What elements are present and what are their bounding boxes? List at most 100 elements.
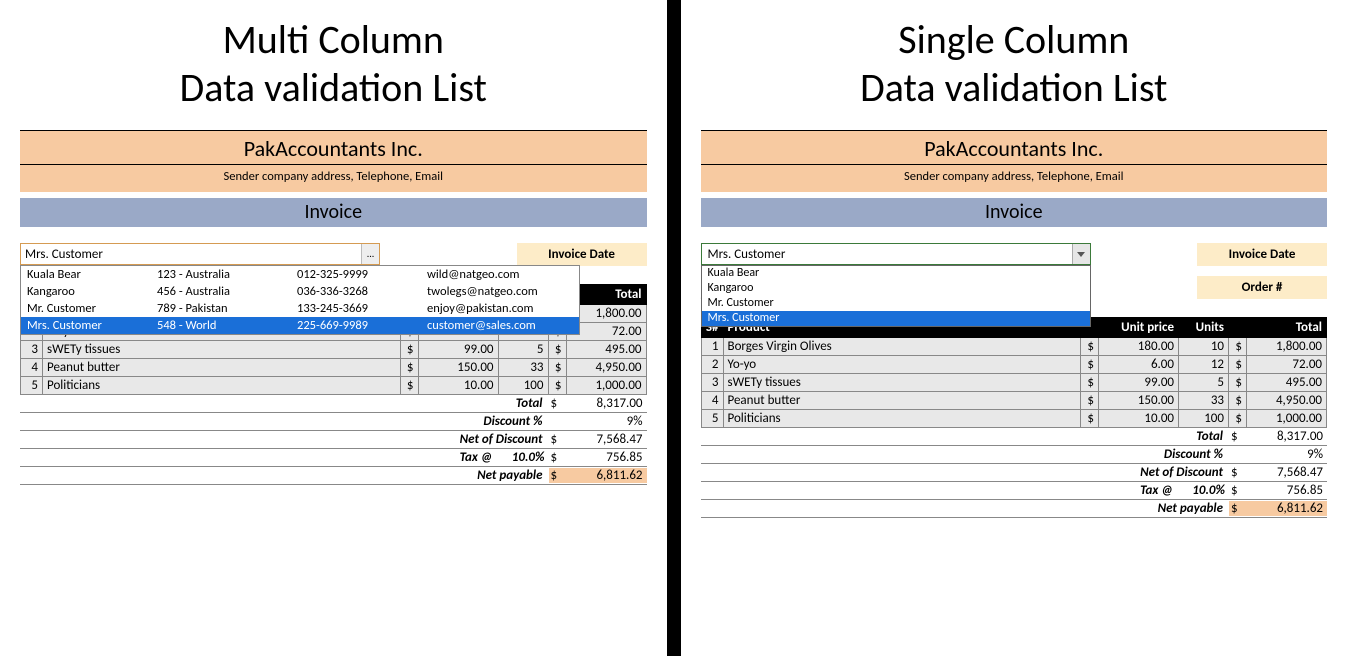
summary-netpay-label: Net payable [20,468,549,483]
cell-units: 100 [498,377,548,395]
table-row[interactable]: 5Politicians$10.00100$1,000.00 [701,410,1327,428]
currency: $ [549,450,567,465]
cell-units: 12 [1179,356,1229,374]
cell-product: Yo-yo [723,356,1081,374]
table-row[interactable]: 4Peanut butter$150.0033$4,950.00 [21,359,647,377]
option-email: enjoy@pakistan.com [427,301,573,316]
single-dropdown-list[interactable]: Kuala BearKangarooMr. CustomerMrs. Custo… [701,265,1091,327]
cell-total: 1,800.00 [1247,338,1327,356]
dropdown-option[interactable]: Kuala Bear [702,266,1090,281]
company-name: PakAccountants Inc. [20,131,647,164]
cell-units: 100 [1179,410,1229,428]
cell-currency: $ [400,359,418,377]
single-combo-input[interactable]: Mrs. Customer [701,243,1091,265]
company-sub: Sender company address, Telephone, Email [904,165,1123,192]
multi-combo-input[interactable]: Mrs. Customer ... [20,243,380,265]
right-title: Single Column Data validation List [701,16,1328,112]
cell-currency: $ [1229,410,1247,428]
currency: $ [1229,429,1247,444]
summary-tax-value: 756.85 [567,450,647,465]
title-line1: Single Column [898,15,1129,64]
cell-units: 5 [1179,374,1229,392]
cell-currency: $ [1081,338,1099,356]
company-name: PakAccountants Inc. [701,131,1328,164]
company-sub-band: Sender company address, Telephone, Email [701,164,1328,192]
cell-currency: $ [1081,410,1099,428]
cell-product: sWETy tissues [43,341,401,359]
table-row[interactable]: 5Politicians$10.00100$1,000.00 [21,377,647,395]
cell-currency: $ [1081,374,1099,392]
cell-currency: $ [400,341,418,359]
cell-product: Politicians [43,377,401,395]
currency: $ [1229,501,1247,516]
summary-netdisc-value: 7,568.47 [1247,465,1327,480]
invoice-heading: Invoice [701,198,1328,227]
summary-discount-label: Discount % [701,447,1230,462]
dropdown-option[interactable]: Mrs. Customer [702,311,1090,326]
cell-units: 33 [1179,392,1229,410]
cell-unit-price: 150.00 [418,359,498,377]
cell-sn: 5 [21,377,43,395]
cell-unit-price: 10.00 [1099,410,1179,428]
option-email: customer@sales.com [427,318,573,333]
option-name: Kuala Bear [27,267,157,282]
summary-tax-value: 756.85 [1247,483,1327,498]
summary-tax-pct: 10.0% [499,450,549,465]
left-panel: Multi Column Data validation List PakAcc… [0,0,667,656]
cell-currency: $ [548,341,566,359]
summary-tax-label: Tax @ [701,483,1180,498]
chevron-down-icon [1077,252,1085,257]
multi-combo-area: Mrs. Customer ... Kuala Bear123 - Austra… [20,243,380,266]
summary-netpay-value: 6,811.62 [1247,501,1327,516]
cell-unit-price: 150.00 [1099,392,1179,410]
right-panel: Single Column Data validation List PakAc… [681,0,1347,656]
table-row[interactable]: 1Borges Virgin Olives$180.0010$1,800.00 [701,338,1327,356]
cell-units: 10 [1179,338,1229,356]
cell-sn: 3 [21,341,43,359]
summary-total-value: 8,317.00 [1247,429,1327,444]
cell-unit-price: 180.00 [1099,338,1179,356]
single-combo-area: Mrs. Customer Kuala BearKangarooMr. Cust… [701,243,1091,299]
cell-currency: $ [548,377,566,395]
company-sub: Sender company address, Telephone, Email [224,165,443,192]
dropdown-button[interactable] [1072,244,1090,264]
cell-currency: $ [1081,356,1099,374]
summary-total-value: 8,317.00 [567,396,647,411]
dropdown-option[interactable]: Mr. Customer [702,296,1090,311]
cell-product: Peanut butter [723,392,1081,410]
option-address: 548 - World [157,318,297,333]
multi-dropdown-list[interactable]: Kuala Bear123 - Australia012-325-9999wil… [20,265,580,335]
dropdown-option[interactable]: Kangaroo [702,281,1090,296]
invoice-table-right: S#ProductUnit priceUnitsTotal1Borges Vir… [701,299,1328,518]
currency: $ [549,396,567,411]
summary-tax-label: Tax @ [20,450,499,465]
cell-total: 495.00 [566,341,646,359]
table-row[interactable]: 4Peanut butter$150.0033$4,950.00 [701,392,1327,410]
combo-expand-button[interactable]: ... [361,244,379,264]
table-row[interactable]: 3sWETy tissues$99.005$495.00 [701,374,1327,392]
cell-total: 4,950.00 [1247,392,1327,410]
option-phone: 036-336-3268 [297,284,427,299]
dropdown-option[interactable]: Mr. Customer789 - Pakistan133-245-3669en… [21,300,579,317]
cell-total: 72.00 [1247,356,1327,374]
company-sub-band: Sender company address, Telephone, Email [20,164,647,192]
table-row[interactable]: 2Yo-yo$6.0012$72.00 [701,356,1327,374]
option-address: 123 - Australia [157,267,297,282]
col-unit-price: Unit price [1081,318,1179,338]
cell-sn: 2 [701,356,723,374]
cell-currency: $ [400,377,418,395]
cell-total: 1,000.00 [566,377,646,395]
table-row[interactable]: 3sWETy tissues$99.005$495.00 [21,341,647,359]
option-name: Kangaroo [27,284,157,299]
cell-total: 495.00 [1247,374,1327,392]
invoice-table: S#ProductUnit priceUnitsTotal1Borges Vir… [701,317,1328,428]
dropdown-option[interactable]: Mrs. Customer548 - World225-669-9989cust… [21,317,579,334]
cell-product: Politicians [723,410,1081,428]
dropdown-option[interactable]: Kuala Bear123 - Australia012-325-9999wil… [21,266,579,283]
summary-block: Total$8,317.00Discount %9%Net of Discoun… [701,428,1328,518]
dropdown-option[interactable]: Kangaroo456 - Australia036-336-3268twole… [21,283,579,300]
combo-value: Mrs. Customer [25,247,103,262]
invoice-date-label: Invoice Date [517,243,647,266]
cell-sn: 4 [21,359,43,377]
option-phone: 012-325-9999 [297,267,427,282]
